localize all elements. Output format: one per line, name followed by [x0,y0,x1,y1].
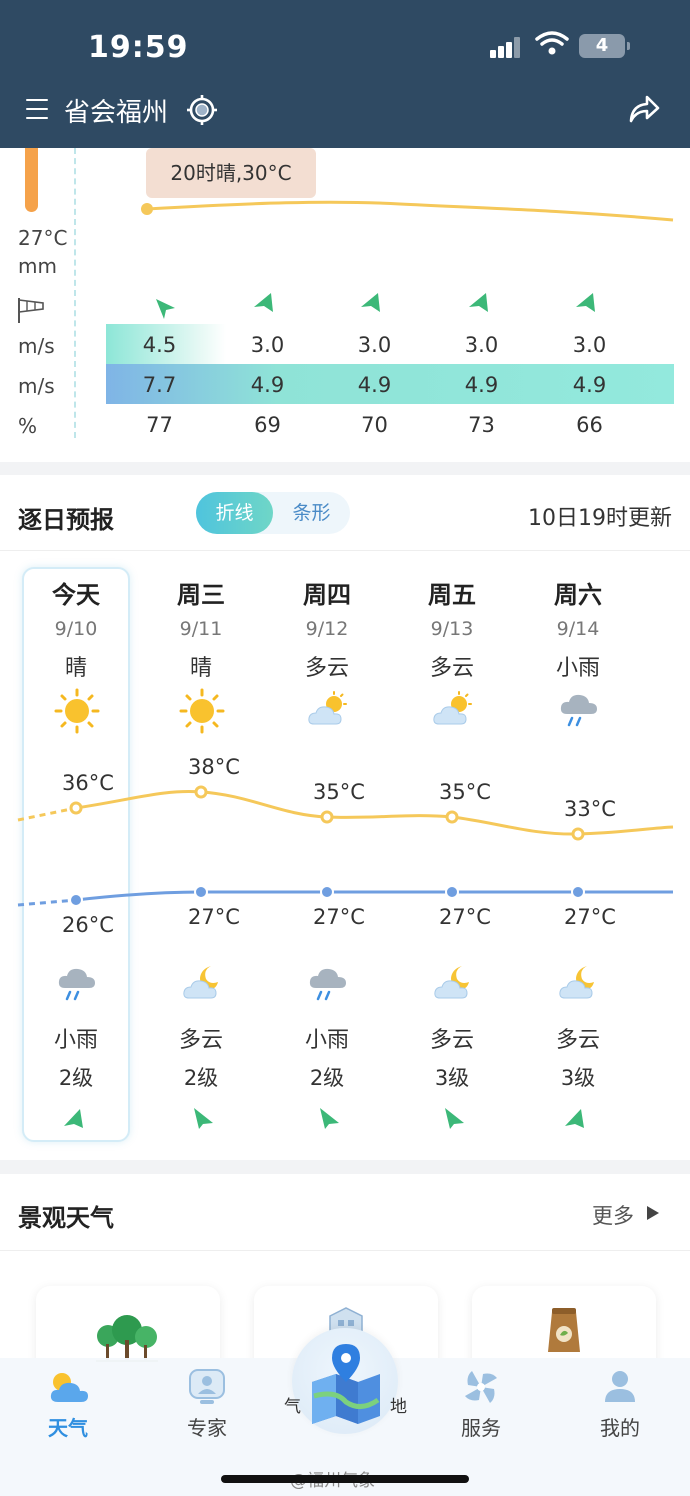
humidity-value: 69 [254,413,281,437]
night-condition: 多云 [555,1028,600,1053]
gust-value: 4.9 [357,373,392,397]
nav-label: 天气 [48,1416,88,1440]
wind-speed-value: 3.0 [572,333,607,357]
gust-value: 4.9 [250,373,285,397]
home-indicator[interactable] [221,1475,469,1483]
humidity-unit-label: % [18,414,38,438]
high-temp-point [69,801,83,815]
night-condition: 小雨 [53,1028,98,1053]
wind-speed-unit-label: m/s [18,334,55,358]
weather-app: 19:59 4 省会福州 20时晴,30°C 27°C mm m/s m/s %… [0,0,690,1496]
moon-cloud-icon [434,966,469,999]
locate-icon[interactable] [186,94,218,126]
play-arrow-icon[interactable] [646,1205,660,1221]
low-temp-point [320,885,334,899]
high-temp-point [320,810,334,824]
low-temp-point [69,893,83,907]
tea-bag-icon [548,1308,580,1352]
high-temp-label: 36°C [62,771,114,795]
windsock-icon [18,298,44,323]
low-temp-label: 27°C [313,905,365,929]
low-temp-point [571,885,585,899]
map-button[interactable] [292,1328,398,1434]
gust-unit-label: m/s [18,374,55,398]
high-temp-label: 38°C [188,755,240,779]
high-temp-point [571,827,585,841]
wind-direction-icon [565,1109,584,1128]
low-temp-label: 27°C [439,905,491,929]
wind-level: 2级 [58,1066,94,1090]
humidity-value: 73 [468,413,495,437]
low-temp-point [445,885,459,899]
gust-value: 4.9 [572,373,607,397]
status-time: 19:59 [88,30,189,65]
wind-direction-icon [320,1108,339,1129]
moon-cloud-icon [559,966,594,999]
rain-unit-label: mm [18,254,57,278]
humidity-value: 77 [146,413,173,437]
wifi-icon [535,31,569,55]
high-temp-point [445,810,459,824]
forest-icon [96,1315,158,1362]
bottom-nav: 天气 专家 气 地 服务 我的 [0,1328,690,1496]
night-condition: 多云 [178,1028,223,1053]
app-header: 19:59 4 省会福州 [0,0,690,148]
hourly-forecast: 20时晴,30°C 27°C mm m/s m/s % 4.5 3.0 3.0 … [0,148,690,462]
wind-direction-icon [194,1108,213,1129]
low-temp-point [194,885,208,899]
weather-icon [50,1373,88,1402]
wind-speed-value: 4.5 [142,333,177,357]
nav-label: 服务 [461,1416,501,1440]
high-temp-point [194,785,208,799]
wind-direction-icon [576,293,595,312]
map-icon [312,1344,380,1424]
wind-level: 3级 [434,1066,470,1090]
night-condition: 多云 [429,1028,474,1053]
wind-direction-icon [469,293,488,312]
wind-direction-icon [156,299,175,319]
humidity-value: 70 [361,413,388,437]
rain-cloud-icon [309,968,346,1001]
wind-speed-value: 3.0 [250,333,285,357]
rain-cloud-icon [58,968,95,1001]
city-name[interactable]: 省会福州 [64,92,168,129]
gust-value: 4.9 [464,373,499,397]
share-icon[interactable] [628,94,660,124]
wind-level: 2级 [183,1066,219,1090]
daily-forecast: 逐日预报 折线 条形 10日19时更新 今天 9/10 晴 周三 9/11 晴 … [0,475,690,1160]
service-icon [465,1371,497,1403]
gust-value: 7.7 [142,373,177,397]
hourly-temp-line [141,200,674,222]
wind-speed-value: 3.0 [357,333,392,357]
night-condition: 小雨 [304,1028,349,1053]
profile-icon [605,1371,635,1402]
wind-level: 3级 [560,1066,596,1090]
high-temp-label: 33°C [564,797,616,821]
wind-direction-icon [64,1109,83,1128]
nav-label: 专家 [187,1416,227,1440]
scenic-title: 景观天气 [18,1204,114,1232]
high-temp-label: 35°C [313,780,365,804]
wind-level: 2级 [309,1066,345,1090]
high-temp-label: 35°C [439,780,491,804]
low-temp-label: 27°C [188,905,240,929]
nav-label: 我的 [600,1416,640,1440]
divider [0,1250,690,1251]
center-label-right: 地 [390,1397,407,1417]
moon-cloud-icon [183,966,218,999]
low-temp-label: 27°C [564,905,616,929]
battery-icon: 4 [579,34,630,58]
expert-icon [189,1369,225,1404]
humidity-value: 66 [576,413,603,437]
menu-icon[interactable] [26,99,48,119]
temp-unit-label: 27°C [18,226,68,250]
signal-icon [490,36,522,58]
more-link[interactable]: 更多 [592,1200,634,1230]
center-label-left: 气 [284,1397,301,1417]
wind-direction-icon [361,293,380,312]
wind-speed-value: 3.0 [464,333,499,357]
low-temp-label: 26°C [62,913,114,937]
wind-direction-icon [445,1108,464,1129]
wind-direction-icon [254,293,273,312]
